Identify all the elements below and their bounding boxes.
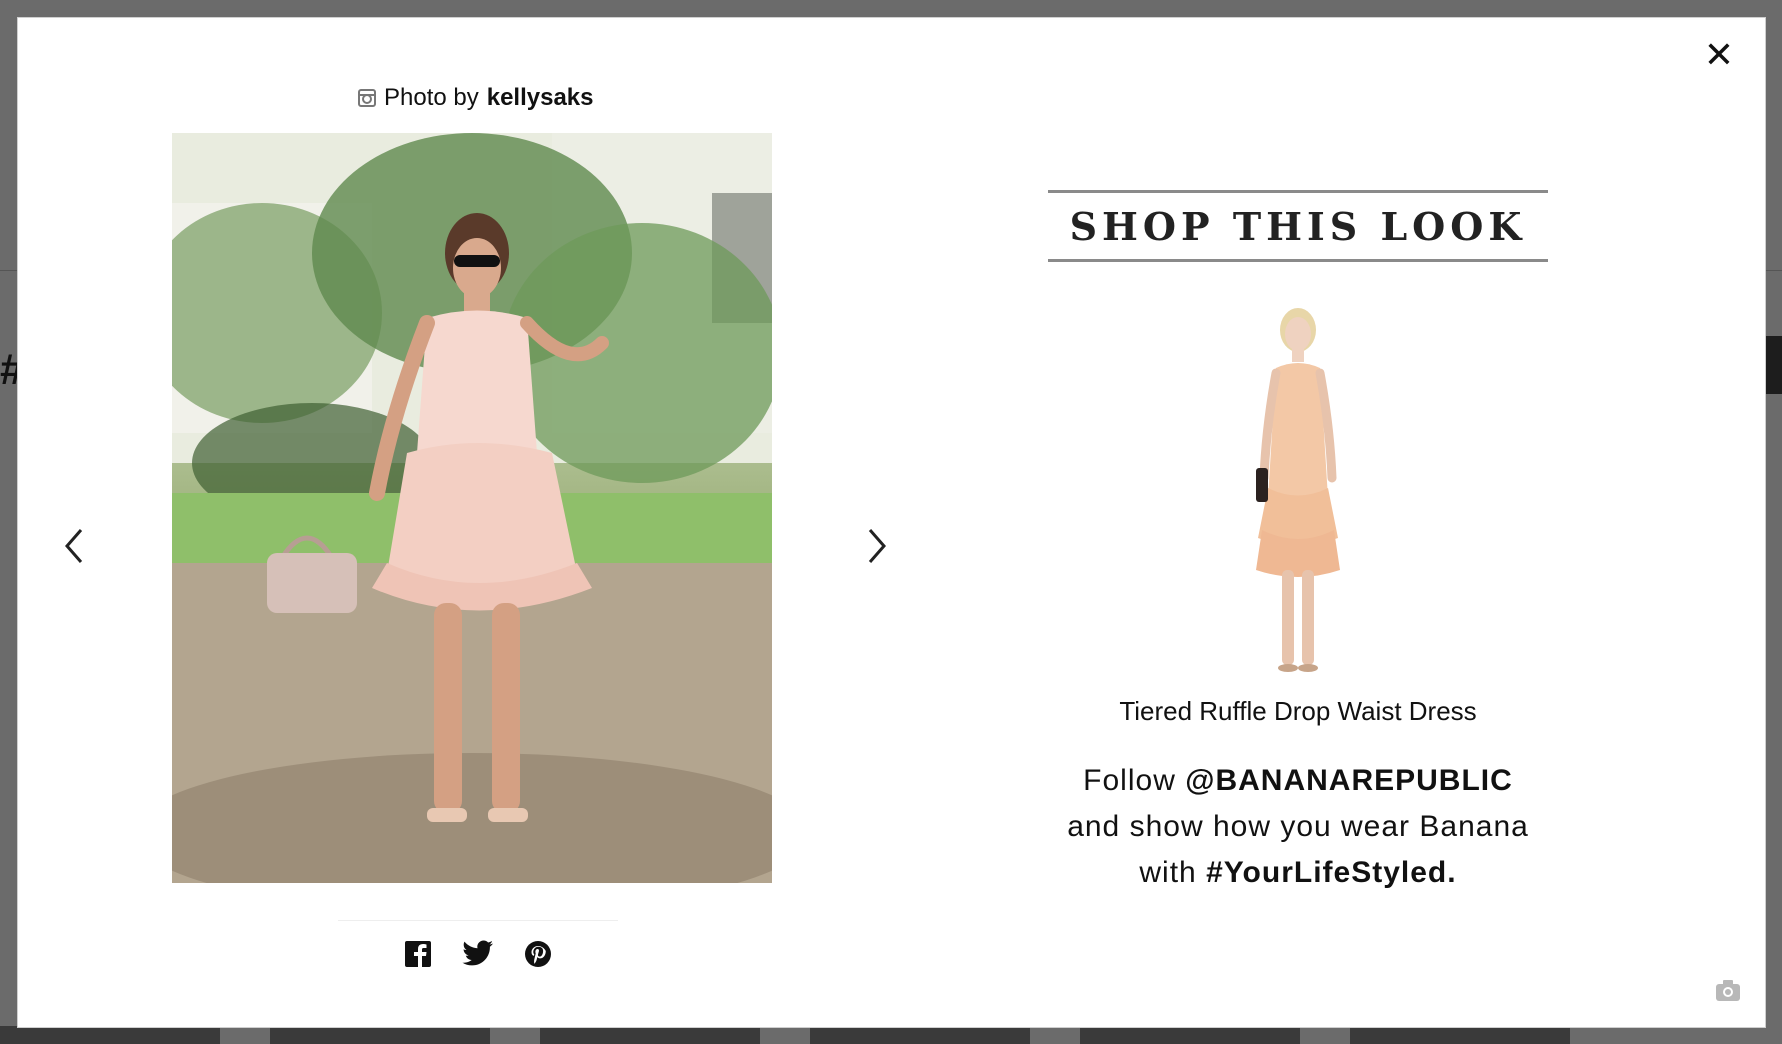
photo-credit: Photo by kellysaks xyxy=(358,84,618,112)
close-button[interactable]: ✕ xyxy=(1699,36,1739,76)
background-thumbnail xyxy=(810,1026,1030,1044)
follow-message: Follow @BANANAREPUBLIC and show how you … xyxy=(1018,758,1578,896)
brand-handle-link[interactable]: @BANANAREPUBLIC xyxy=(1185,764,1513,797)
chevron-left-icon xyxy=(65,529,83,563)
pinterest-share-button[interactable] xyxy=(522,938,554,970)
product-name-link[interactable]: Tiered Ruffle Drop Waist Dress xyxy=(1048,696,1548,727)
background-thumbnail xyxy=(270,1026,490,1044)
chevron-right-icon xyxy=(868,529,886,563)
background-thumbnail xyxy=(0,1026,220,1044)
follow-prefix: Follow xyxy=(1083,764,1176,797)
shop-this-look-heading: SHOP THIS LOOK xyxy=(1048,190,1548,262)
facebook-share-button[interactable] xyxy=(402,938,434,970)
follow-line-1: Follow @BANANAREPUBLIC xyxy=(1018,758,1578,804)
featured-photo xyxy=(172,133,772,883)
hashtag-prefix: with xyxy=(1139,856,1197,889)
lightbox-modal: ✕ Photo by kellysaks SHOP THIS LOOK Tier… xyxy=(17,17,1766,1028)
hashtag: #YourLifeStyled. xyxy=(1206,856,1457,889)
previous-photo-button[interactable] xyxy=(53,516,93,576)
background-thumbnail xyxy=(1080,1026,1300,1044)
background-thumbnail-strip xyxy=(0,1026,1782,1044)
photo-credit-prefix: Photo by xyxy=(384,84,479,111)
share-bar xyxy=(398,930,558,978)
product-image[interactable] xyxy=(1198,308,1398,688)
twitter-icon xyxy=(462,940,493,966)
background-thumbnail xyxy=(540,1026,760,1044)
camera-icon xyxy=(1713,975,1743,1005)
instagram-icon xyxy=(358,89,376,107)
pinterest-icon xyxy=(525,941,551,967)
background-thumbnail xyxy=(1350,1026,1570,1044)
next-photo-button[interactable] xyxy=(858,516,898,576)
facebook-icon xyxy=(405,941,431,967)
background-badge xyxy=(1764,336,1782,394)
photo-credit-username[interactable]: kellysaks xyxy=(487,84,594,112)
share-divider xyxy=(338,920,618,921)
twitter-share-button[interactable] xyxy=(462,938,494,970)
follow-line-3: with #YourLifeStyled. xyxy=(1018,850,1578,896)
follow-line-2: and show how you wear Banana xyxy=(1067,810,1529,843)
